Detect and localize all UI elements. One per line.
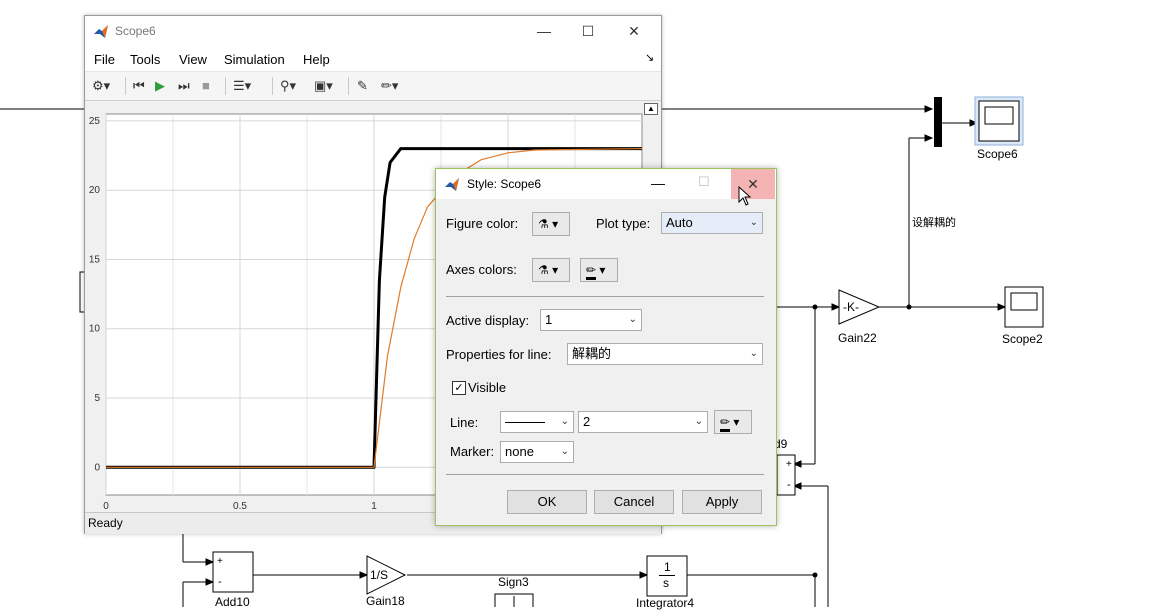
style-dialog[interactable]: Style: Scope6 — ☐ ✕ Figure color: ⚗ ▾ Pl… [435,168,777,526]
axes-line-color-picker[interactable]: ✏ ▾ [580,258,618,282]
divider [446,296,764,297]
figure-color-picker[interactable]: ⚗ ▾ [532,212,570,236]
chevron-down-icon: ⌄ [749,348,758,359]
add10-minus-sign: - [218,576,222,588]
minimize-icon[interactable]: — [521,16,567,47]
plot-type-label: Plot type: [596,216,651,231]
active-display-select[interactable]: 1 ⌄ [540,309,642,331]
paint-bucket-icon: ⚗ [538,217,549,231]
menu-simulation[interactable]: Simulation [224,52,285,67]
apply-button[interactable]: Apply [682,490,762,514]
x-tick-label: 1 [371,501,377,511]
plot-type-select[interactable]: Auto ⌄ [661,212,763,234]
chevron-down-icon: ⌄ [628,314,637,325]
add9-minus-sign: - [787,479,791,491]
style-icon[interactable]: ✏▾ [381,77,398,95]
y-tick-label: 5 [94,393,100,404]
gain22-block-label[interactable]: Gain22 [838,331,877,345]
zoom-icon[interactable]: ⚲▾ [280,77,296,95]
matlab-icon [445,178,459,191]
visible-checkbox[interactable]: ✓ [452,381,466,395]
style-dialog-title: Style: Scope6 [467,177,542,191]
gain18-block-text[interactable]: 1/S [370,568,388,582]
mouse-cursor-icon [738,186,752,206]
scope-menubar: File Tools View Simulation Help ↘ [85,47,661,72]
line-color-picker[interactable]: ✏ ▾ [714,410,752,434]
sign3-block-label[interactable]: Sign3 [498,575,529,589]
scope-title: Scope6 [115,24,156,38]
run-icon[interactable]: ▶ [155,77,165,95]
properties-for-line-select[interactable]: 解耦的 ⌄ [567,343,763,365]
style-dialog-titlebar[interactable]: Style: Scope6 — ☐ ✕ [436,169,776,206]
marker-select[interactable]: none ⌄ [500,441,574,463]
close-icon[interactable]: ✕ [611,16,657,47]
x-tick-label: 0 [103,501,109,511]
x-tick-label: 0.5 [233,501,247,511]
pen-color-icon: ✏ [586,263,597,280]
integrator4-block-label[interactable]: Integrator4 [636,596,694,610]
axes-background-color-picker[interactable]: ⚗ ▾ [532,258,570,282]
y-tick-label: 10 [89,324,101,335]
matlab-icon [94,25,108,38]
status-text: Ready [88,516,123,530]
autoscale-icon[interactable]: ▣▾ [314,77,333,95]
integrator-numerator: 1 [664,560,671,574]
line-label: Line: [450,415,479,430]
chevron-down-icon: ⌄ [749,217,758,228]
y-tick-label: 25 [89,116,101,127]
integrator-denominator: s [663,576,669,590]
menu-file[interactable]: File [94,52,115,67]
gain22-block-text[interactable]: -K- [843,300,859,314]
properties-for-line-label: Properties for line: [446,347,552,362]
step-back-icon[interactable]: ⏮ [133,77,145,95]
dock-arrow-icon[interactable]: ↘ [645,51,654,64]
maximize-icon[interactable]: ☐ [565,16,611,47]
y-tick-label: 15 [89,254,101,265]
highlight-block-icon[interactable]: ☰▾ [233,77,251,95]
scope6-block-label[interactable]: Scope6 [977,147,1018,161]
paint-bucket-icon: ⚗ [538,263,549,277]
stop-icon[interactable]: ■ [202,77,210,95]
chevron-down-icon: ⌄ [560,446,569,457]
figure-color-label: Figure color: [446,216,519,231]
step-forward-icon[interactable]: ⏭ [178,77,190,95]
menu-help[interactable]: Help [303,52,330,67]
visible-label: Visible [468,380,507,395]
undock-axes-icon[interactable]: ▲ [644,103,658,115]
add10-plus-sign: + [217,556,223,567]
line-style-select[interactable]: ⌄ [500,411,574,433]
dialog-minimize-icon[interactable]: — [651,175,665,191]
dialog-maximize-icon[interactable]: ☐ [698,174,710,190]
cancel-button[interactable]: Cancel [594,490,674,514]
chevron-down-icon: ⌄ [560,416,569,427]
ok-button[interactable]: OK [507,490,587,514]
axes-colors-label: Axes colors: [446,262,517,277]
line-width-select[interactable]: 2 ⌄ [578,411,708,433]
settings-gear-icon[interactable]: ⚙▾ [92,77,110,95]
add9-plus-sign: + [786,459,792,470]
cursor-measure-icon[interactable]: ✎ [357,77,368,95]
divider [446,474,764,475]
chevron-down-icon: ⌄ [694,416,703,427]
scope-titlebar[interactable]: Scope6 — ☐ ✕ [85,16,661,47]
scope-toolbar: ⚙▾ ⏮ ▶ ⏭ ■ ☰▾ ⚲▾ ▣▾ ✎ ✏▾ [85,72,661,101]
scope2-block-label[interactable]: Scope2 [1002,332,1043,346]
marker-label: Marker: [450,444,495,459]
solid-line-sample [505,422,545,424]
menu-view[interactable]: View [179,52,207,67]
y-tick-label: 20 [89,185,101,196]
gain18-block-label[interactable]: Gain18 [366,594,405,608]
menu-tools[interactable]: Tools [130,52,160,67]
y-tick-label: 0 [94,462,100,473]
signal-name-label[interactable]: 设解耦的 [912,214,956,230]
active-display-label: Active display: [446,313,530,328]
pen-color-icon: ✏ [720,415,731,432]
